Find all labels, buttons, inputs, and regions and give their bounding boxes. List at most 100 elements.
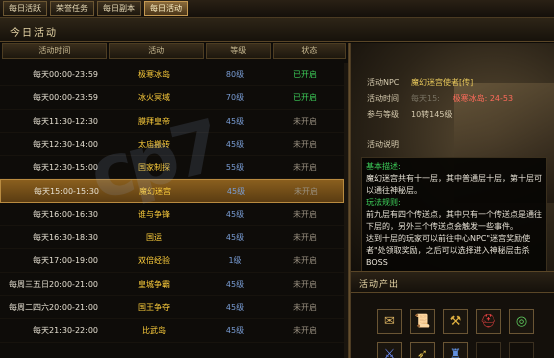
tab-2[interactable]: 每日副本 bbox=[97, 1, 141, 16]
activity-window: 今日活动 活动时间 活动 等级 状态 每天00:00-23:59 极寒冰岛 80级已… bbox=[0, 17, 554, 358]
row-status: 未开启 bbox=[293, 233, 317, 243]
row-activity: 国家制探 bbox=[138, 163, 170, 173]
row-status: 未开启 bbox=[293, 163, 317, 173]
row-activity: 膜拜皇帝 bbox=[138, 116, 170, 126]
drop-slots: ✉ 📜 ⚒ ⛑ ◎ ⚔ ➶ ♜ bbox=[377, 309, 547, 358]
npc-link[interactable]: 魔幻迷宫使者[传] bbox=[411, 77, 473, 88]
row-activity: 谁与争锋 bbox=[138, 209, 170, 219]
header-status[interactable]: 状态 bbox=[272, 43, 346, 59]
item-slot[interactable]: ◎ bbox=[509, 309, 534, 334]
item-slot[interactable]: ➶ bbox=[410, 342, 435, 358]
row-level: 45级 bbox=[225, 302, 245, 312]
header-level[interactable]: 等级 bbox=[205, 43, 271, 59]
desc-title: 基本描述: bbox=[366, 162, 401, 171]
table-row[interactable]: 每天15:00-15:30 魔幻迷宫 45级 未开启 bbox=[0, 179, 344, 203]
hammer-icon: ⚒ bbox=[449, 314, 462, 329]
item-slot[interactable]: ⛑ bbox=[476, 309, 501, 334]
desc-text: 魔幻迷宫共有十一层，其中普通层十层，第十层可以通往神秘层。 bbox=[366, 174, 542, 195]
table-row[interactable]: 每天16:00-16:30 谁与争锋 45级 未开启 bbox=[0, 203, 344, 227]
item-slot[interactable]: ♜ bbox=[443, 342, 468, 358]
row-time: 每天17:00-19:00 bbox=[33, 256, 98, 266]
table-row[interactable]: 每天11:30-12:30 膜拜皇帝 45级 未开启 bbox=[0, 110, 344, 133]
desc-label: 活动说明 bbox=[367, 140, 399, 149]
row-level: 45级 bbox=[225, 139, 245, 149]
row-activity: 皇城争霸 bbox=[138, 279, 170, 289]
header-activity[interactable]: 活动 bbox=[108, 43, 204, 59]
row-time: 每天16:00-16:30 bbox=[33, 209, 98, 219]
table-header: 活动时间 活动 等级 状态 bbox=[0, 43, 348, 59]
green-ring-icon: ◎ bbox=[515, 314, 528, 329]
item-slot[interactable]: ⚔ bbox=[377, 342, 402, 358]
activity-list: 活动时间 活动 等级 状态 每天00:00-23:59 极寒冰岛 80级 已开启 每天0… bbox=[0, 43, 348, 358]
level-value: 10转145级 bbox=[411, 110, 453, 119]
drops-header: 活动产出 bbox=[351, 271, 554, 293]
table-row[interactable]: 每天12:30-15:00 国家制探 55级 未开启 bbox=[0, 156, 344, 180]
row-level: 45级 bbox=[225, 326, 245, 336]
item-slot[interactable]: ✉ bbox=[377, 309, 402, 334]
empty-item-slot[interactable] bbox=[509, 342, 534, 358]
row-time: 每天00:00-23:59 bbox=[33, 93, 98, 103]
npc-label: 活动NPC bbox=[367, 78, 400, 87]
title-bar: 今日活动 bbox=[0, 18, 554, 42]
row-activity: 比武岛 bbox=[142, 326, 166, 336]
page-title: 今日活动 bbox=[10, 28, 58, 39]
time-value: 每天15: 极寒冰岛: 24-53 bbox=[411, 93, 513, 104]
rule-text-2: 达到十层的玩家可以前往中心NPC"迷宫奖励使者"处领取奖励，之后可以选择进入神秘… bbox=[366, 234, 531, 267]
row-level: 45级 bbox=[225, 279, 245, 289]
row-status: 未开启 bbox=[293, 256, 317, 266]
row-level: 45级 bbox=[226, 187, 246, 197]
row-level: 45级 bbox=[225, 209, 245, 219]
table-row[interactable]: 每天21:30-22:00 比武岛 45级 未开启 bbox=[0, 319, 344, 343]
tab-1[interactable]: 荣誉任务 bbox=[50, 1, 94, 16]
empty-item-slot[interactable] bbox=[476, 342, 501, 358]
table-row[interactable]: 每天00:00-23:59 极寒冰岛 80级 已开启 bbox=[0, 63, 344, 87]
row-time: 每天11:30-12:30 bbox=[33, 116, 98, 126]
row-status: 已开启 bbox=[293, 70, 317, 79]
row-time: 每天15:00-15:30 bbox=[34, 187, 99, 197]
row-status: 未开启 bbox=[293, 326, 317, 336]
row-activity: 魔幻迷宫 bbox=[139, 187, 171, 197]
scroll-icon: 📜 bbox=[414, 314, 431, 329]
row-status: 未开启 bbox=[293, 116, 317, 126]
row-time: 每天00:00-23:59 bbox=[33, 70, 98, 79]
treasure-map-icon: ✉ bbox=[384, 314, 395, 329]
level-label: 参与等级 bbox=[367, 110, 399, 119]
row-status: 未开启 bbox=[293, 302, 317, 312]
activity-description: 基本描述: 魔幻迷宫共有十一层，其中普通层十层，第十层可以通往神秘层。 玩法规则… bbox=[361, 157, 547, 281]
header-time[interactable]: 活动时间 bbox=[2, 43, 107, 59]
red-helmet-icon: ⛑ bbox=[480, 314, 497, 329]
row-level: 45级 bbox=[225, 116, 245, 126]
item-slot[interactable]: ⚒ bbox=[443, 309, 468, 334]
rule-title: 玩法规则: bbox=[366, 198, 401, 207]
activity-detail-panel: 活动NPC 魔幻迷宫使者[传] 活动时间 每天15: 极寒冰岛: 24-53 参… bbox=[351, 43, 554, 358]
row-level: 1级 bbox=[228, 256, 242, 266]
row-level: 45级 bbox=[225, 233, 245, 243]
row-time: 每天16:30-18:30 bbox=[33, 233, 98, 243]
tab-0[interactable]: 每日活跃 bbox=[3, 1, 47, 16]
table-row[interactable]: 每天00:00-23:59 冰火冥域 70级 已开启 bbox=[0, 86, 344, 110]
row-status: 未开启 bbox=[294, 187, 318, 197]
row-time: 每天12:30-15:00 bbox=[33, 163, 98, 173]
table-row[interactable]: 每天16:30-18:30 国运 45级 未开启 bbox=[0, 226, 344, 250]
row-level: 55级 bbox=[225, 163, 245, 173]
row-time: 每周二四六20:00-21:00 bbox=[9, 302, 98, 312]
rule-text-1: 前九层有四个传送点，其中只有一个传送点是通往下层的，另外三个传送点会触发一些事件… bbox=[366, 210, 542, 231]
tab-bar: 每日活跃 荣誉任务 每日副本 每日活动 bbox=[0, 0, 554, 17]
location-link[interactable]: 极寒冰岛: 24-53 bbox=[453, 94, 513, 103]
table-row[interactable]: 每周二四六20:00-21:00 国王争夺 45级 未开启 bbox=[0, 296, 344, 320]
row-time: 每周三五日20:00-21:00 bbox=[9, 279, 98, 289]
activity-rows: 每天00:00-23:59 极寒冰岛 80级 已开启 每天00:00-23:59 冰火冥域… bbox=[0, 63, 344, 343]
table-row[interactable]: 每天17:00-19:00 双倍经验 1级 未开启 bbox=[0, 249, 344, 273]
row-activity: 国王争夺 bbox=[138, 302, 170, 312]
table-row[interactable]: 每天12:30-14:00 太庙搬砖 45级 未开启 bbox=[0, 133, 344, 157]
row-activity: 国运 bbox=[146, 233, 162, 243]
row-level: 70级 bbox=[225, 93, 245, 103]
table-row[interactable]: 每周三五日20:00-21:00 皇城争霸 45级 未开启 bbox=[0, 273, 344, 296]
item-slot[interactable]: 📜 bbox=[410, 309, 435, 334]
row-status: 未开启 bbox=[293, 279, 317, 289]
time-label: 活动时间 bbox=[367, 94, 399, 103]
row-activity: 冰火冥域 bbox=[138, 93, 170, 103]
row-time: 每天21:30-22:00 bbox=[33, 326, 98, 336]
time-text: 每天15: bbox=[411, 94, 440, 103]
tab-3[interactable]: 每日活动 bbox=[144, 1, 188, 16]
